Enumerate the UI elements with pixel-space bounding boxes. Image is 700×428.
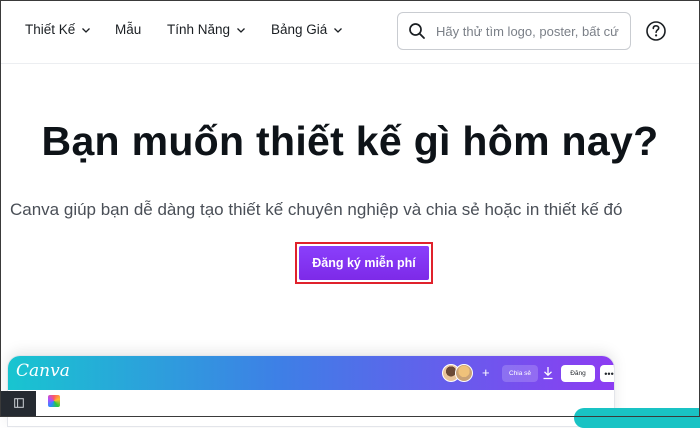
nav-item-mau[interactable]: Mẫu xyxy=(115,22,141,37)
chevron-down-icon xyxy=(237,27,246,33)
search-input[interactable] xyxy=(434,22,628,40)
cta-highlight-box: Đăng ký miễn phí xyxy=(295,242,433,284)
top-nav: Thiết Kế Mẫu Tính Năng Bảng Giá xyxy=(0,0,700,64)
search-box[interactable] xyxy=(397,12,631,50)
editor-toolbar: Canva + Chia sẻ Đăng ••• xyxy=(8,356,614,390)
nav-item-label: Bảng Giá xyxy=(271,22,328,37)
avatar xyxy=(455,364,473,382)
search-icon xyxy=(409,23,425,39)
signup-free-button[interactable]: Đăng ký miễn phí xyxy=(299,246,429,280)
color-palette-icon xyxy=(48,395,60,407)
nav-divider xyxy=(0,63,700,64)
nav-item-label: Thiết Kế xyxy=(25,22,76,37)
chevron-down-icon xyxy=(82,27,91,33)
more-options-icon: ••• xyxy=(600,365,614,382)
canva-logo: Canva xyxy=(16,361,70,381)
editor-preview: Canva + Chia sẻ Đăng ••• xyxy=(8,356,614,426)
page-title: Bạn muốn thiết kế gì hôm nay? xyxy=(41,118,659,164)
nav-item-bang-gia[interactable]: Bảng Giá xyxy=(271,22,343,37)
nav-item-tinh-nang[interactable]: Tính Năng xyxy=(167,22,246,37)
decorative-shape xyxy=(574,408,700,428)
help-circle-icon[interactable] xyxy=(645,20,667,42)
nav-item-thiet-ke[interactable]: Thiết Kế xyxy=(25,22,91,37)
panel-toggle-icon xyxy=(14,398,24,408)
share-button: Chia sẻ xyxy=(502,365,538,382)
add-collaborator-icon: + xyxy=(482,365,490,380)
nav-item-label: Mẫu xyxy=(115,22,142,37)
chevron-down-icon xyxy=(334,27,343,33)
collaborator-avatars xyxy=(442,364,473,382)
download-icon xyxy=(543,367,553,380)
publish-button: Đăng xyxy=(561,365,595,382)
hero-subtitle: Canva giúp bạn dễ dàng tạo thiết kế chuy… xyxy=(10,200,623,219)
nav-item-label: Tính Năng xyxy=(167,22,231,37)
